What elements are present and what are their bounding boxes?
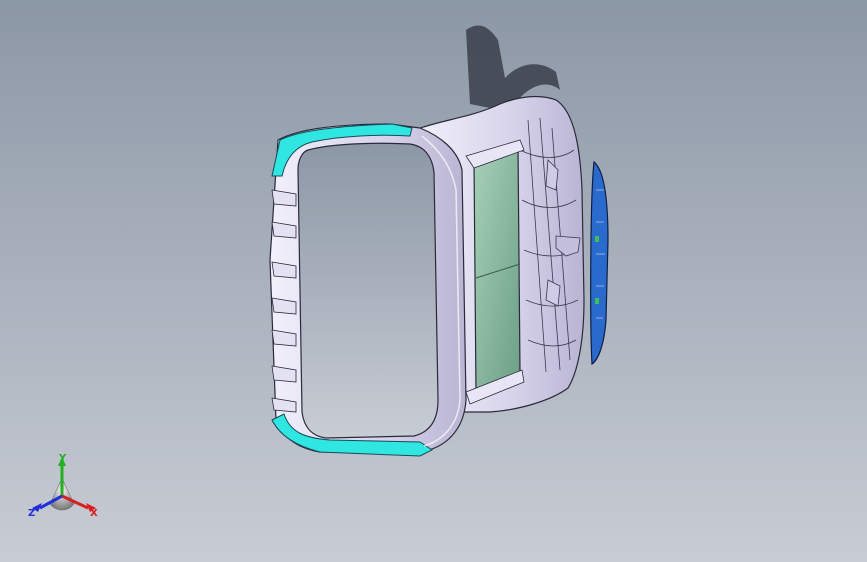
y-axis-label: Y [58,453,67,464]
cover-clip-green-1 [595,236,599,242]
rear-window-glass[interactable] [473,145,521,395]
cover-clip-green-2 [595,298,599,304]
frame-opening [297,142,439,439]
z-axis-label: Z [28,508,35,519]
tailgate-assembly[interactable] [269,95,585,457]
cad-graphics-viewport[interactable]: Y X Z [0,0,867,562]
x-axis-label: X [90,508,98,519]
viewport-canvas[interactable]: Y X Z [0,0,867,562]
